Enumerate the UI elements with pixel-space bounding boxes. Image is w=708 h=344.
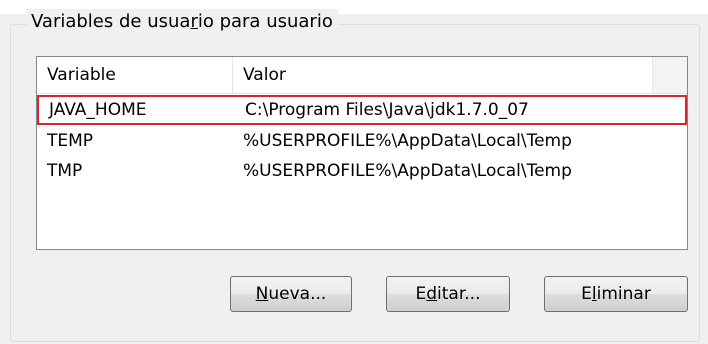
groupbox-title-post: io para usuario — [197, 11, 333, 32]
groupbox-title-mnemonic: r — [190, 11, 198, 32]
variable-name-cell: TEMP — [47, 131, 94, 151]
column-header-filler — [653, 57, 687, 93]
edit-button[interactable]: Editar... — [386, 276, 510, 312]
variable-value-cell: C:\Program Files\Java\jdk1.7.0_07 — [245, 100, 529, 120]
user-variables-list[interactable]: Variable Valor JAVA_HOME C:\Program File… — [36, 56, 688, 250]
table-row[interactable]: TEMP %USERPROFILE%\AppData\Local\Temp — [37, 126, 687, 156]
edit-button-label-rest: itar... — [437, 284, 481, 304]
groupbox-title: Variables de usuario para usuario — [26, 9, 338, 35]
new-button-label-rest: ueva... — [268, 284, 327, 304]
new-button[interactable]: Nueva... — [230, 276, 352, 312]
table-row[interactable]: TMP %USERPROFILE%\AppData\Local\Temp — [37, 156, 687, 186]
column-header-variable[interactable]: Variable — [37, 57, 233, 93]
delete-button-label-pre: E — [581, 284, 592, 304]
groupbox-title-pre: Variables de usua — [31, 11, 191, 32]
dialog-background: Variables de usuario para usuario Variab… — [0, 0, 708, 344]
new-button-mnemonic: N — [255, 284, 269, 304]
variable-value-cell: %USERPROFILE%\AppData\Local\Temp — [243, 131, 572, 151]
table-row[interactable]: JAVA_HOME C:\Program Files\Java\jdk1.7.0… — [37, 95, 687, 125]
edit-button-label-pre: E — [415, 284, 427, 304]
delete-button-label-rest: iminar — [596, 284, 651, 304]
variable-name-cell: JAVA_HOME — [49, 100, 147, 120]
delete-button[interactable]: Eliminar — [544, 276, 688, 312]
list-header: Variable Valor — [37, 57, 687, 94]
edit-button-mnemonic: d — [426, 284, 438, 304]
variable-value-cell: %USERPROFILE%\AppData\Local\Temp — [243, 161, 572, 181]
variable-name-cell: TMP — [47, 161, 83, 181]
column-header-valor[interactable]: Valor — [233, 57, 653, 93]
